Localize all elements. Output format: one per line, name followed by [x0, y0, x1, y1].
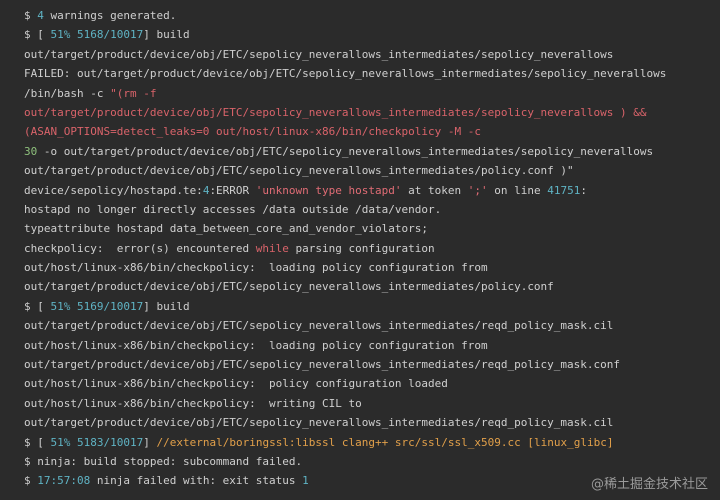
terminal-token: on line: [487, 183, 548, 197]
terminal-line: out/target/product/device/obj/ETC/sepoli…: [24, 316, 720, 335]
terminal-token: out/host/linux-x86/bin/checkpolicy: load…: [24, 338, 488, 352]
terminal-token: out/target/product/device/obj/ETC/sepoli…: [24, 164, 574, 178]
terminal-token: $ [: [24, 435, 51, 449]
terminal-token: out/target/product/device/obj/ETC/sepoli…: [24, 280, 554, 294]
terminal-output: $ 4 warnings generated. $ [ 51% 5168/1001…: [24, 6, 720, 491]
terminal-token: FAILED: out/target/product/device/obj/ET…: [24, 67, 667, 81]
terminal-token: out/target/product/device/obj/ETC/sepoli…: [24, 47, 614, 61]
watermark: @稀土掘金技术社区: [590, 477, 708, 492]
terminal-token: -o out/target/product/device/obj/ETC/sep…: [37, 144, 654, 158]
terminal-token: out/target/product/device/obj/ETC/sepoli…: [24, 358, 621, 372]
terminal-token: 'unknown type hostapd': [255, 183, 402, 197]
terminal-token: 5183/10017: [77, 435, 144, 449]
terminal-token: 5168/10017: [77, 28, 144, 42]
terminal-token: ] build: [143, 299, 190, 313]
terminal-line: out/target/product/device/obj/ETC/sepoli…: [24, 103, 720, 122]
terminal-line: typeattribute hostapd data_between_core_…: [24, 219, 720, 238]
terminal-line: (ASAN_OPTIONS=detect_leaks=0 out/host/li…: [24, 122, 720, 141]
terminal-line: out/target/product/device/obj/ETC/sepoli…: [24, 161, 720, 180]
terminal-line: out/target/product/device/obj/ETC/sepoli…: [24, 413, 720, 432]
terminal-token: $ [: [24, 299, 51, 313]
terminal-token: checkpolicy: error(s) encountered: [24, 241, 256, 255]
terminal-token: ]: [143, 435, 157, 449]
terminal-token: warnings generated.: [43, 9, 177, 22]
terminal-token: 4: [37, 9, 44, 22]
terminal-token: from: [461, 261, 488, 275]
terminal-token: "(rm -f: [110, 86, 157, 100]
terminal-token: /bin/bash -c: [24, 86, 111, 100]
terminal-token: 17:57:08: [37, 474, 91, 488]
terminal-line: out/target/product/device/obj/ETC/sepoli…: [24, 277, 720, 296]
terminal-token: 41751: [547, 183, 581, 197]
terminal-token: out/target/product/device/obj/ETC/sepoli…: [24, 416, 614, 430]
terminal-token: $ ninja: build stopped: subcommand faile…: [24, 454, 303, 468]
terminal-token: 30: [24, 144, 38, 158]
terminal-line: checkpolicy: error(s) encountered while …: [24, 239, 720, 258]
terminal-token: (ASAN_OPTIONS=detect_leaks=0 out/host/li…: [24, 125, 481, 139]
terminal-token: parsing configuration: [288, 241, 435, 255]
terminal-line: out/host/linux-x86/bin/checkpolicy: load…: [24, 336, 720, 355]
terminal-token: out/host/linux-x86/bin/checkpolicy: load…: [24, 261, 462, 275]
terminal-token: //external/boringssl:libssl clang++ src/…: [156, 435, 614, 449]
terminal-token: device/sepolicy/hostapd.te:: [24, 183, 203, 197]
terminal-line: out/host/linux-x86/bin/checkpolicy: writ…: [24, 394, 720, 413]
terminal-line: device/sepolicy/hostapd.te:4:ERROR 'unkn…: [24, 181, 720, 200]
terminal-token: 1: [302, 474, 309, 488]
terminal-token: out/host/linux-x86/bin/checkpolicy: writ…: [24, 396, 362, 410]
terminal-token: $ [: [24, 28, 51, 42]
terminal-token: hostapd no longer directly accesses /dat…: [24, 202, 442, 216]
terminal-line: out/target/product/device/obj/ETC/sepoli…: [24, 45, 720, 64]
terminal-line: $ [ 51% 5183/10017] //external/boringssl…: [24, 433, 720, 452]
terminal-token: ';': [467, 183, 488, 197]
terminal-line: $ 4 warnings generated.: [24, 6, 720, 25]
terminal-line: out/host/linux-x86/bin/checkpolicy: load…: [24, 258, 720, 277]
terminal-line: out/target/product/device/obj/ETC/sepoli…: [24, 355, 720, 374]
terminal-token: $: [24, 9, 38, 22]
terminal-token: 51%: [50, 299, 71, 313]
terminal-line: $ [ 51% 5169/10017] build: [24, 297, 720, 316]
terminal-token: at token: [401, 183, 468, 197]
terminal-window[interactable]: $ 4 warnings generated. $ [ 51% 5168/1001…: [0, 0, 720, 500]
terminal-token: typeattribute hostapd data_between_core_…: [24, 222, 428, 236]
terminal-token: ] build: [143, 28, 190, 42]
terminal-token: 5169/10017: [77, 299, 144, 313]
terminal-line: FAILED: out/target/product/device/obj/ET…: [24, 64, 720, 83]
terminal-token: $: [24, 474, 38, 488]
terminal-line: 30 -o out/target/product/device/obj/ETC/…: [24, 142, 720, 161]
terminal-token: 51%: [50, 435, 71, 449]
terminal-line: hostapd no longer directly accesses /dat…: [24, 200, 720, 219]
terminal-token: :ERROR: [209, 183, 256, 197]
terminal-token: ninja failed with: exit status: [90, 474, 303, 488]
terminal-line: /bin/bash -c "(rm -f: [24, 84, 720, 103]
terminal-token: 51%: [50, 28, 71, 42]
terminal-line: $ [ 51% 5168/10017] build: [24, 25, 720, 44]
terminal-token: :: [580, 183, 587, 197]
terminal-line: $ ninja: build stopped: subcommand faile…: [24, 452, 720, 471]
terminal-line: out/host/linux-x86/bin/checkpolicy: poli…: [24, 374, 720, 393]
terminal-token: out/target/product/device/obj/ETC/sepoli…: [24, 105, 647, 119]
terminal-token: out/target/product/device/obj/ETC/sepoli…: [24, 319, 614, 333]
terminal-token: while: [255, 241, 289, 255]
terminal-token: out/host/linux-x86/bin/checkpolicy: poli…: [24, 377, 448, 391]
